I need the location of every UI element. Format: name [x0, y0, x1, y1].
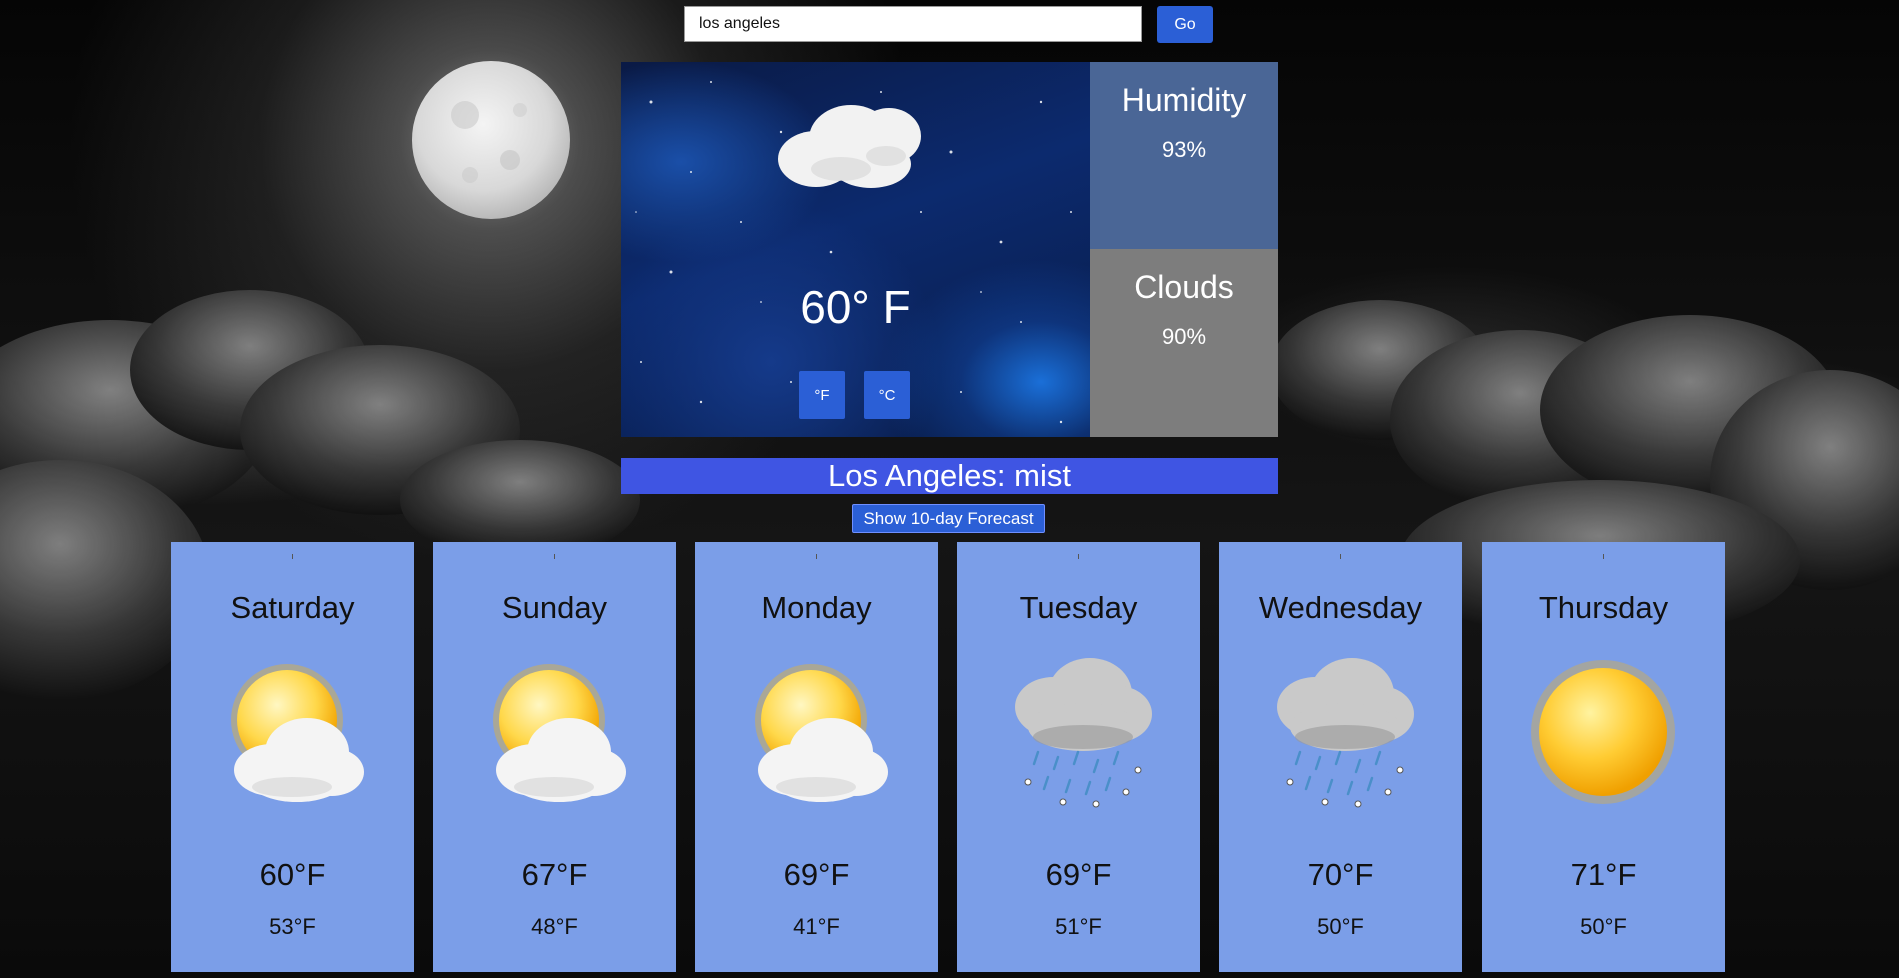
- card-tick: [292, 554, 293, 559]
- forecast-card: Monday 69°F 41°F: [695, 542, 938, 972]
- forecast-high-temp: 71°F: [1570, 857, 1637, 892]
- cloud-icon: [778, 105, 921, 188]
- forecast-low-temp: 53°F: [269, 914, 316, 939]
- forecast-high-temp: 70°F: [1307, 857, 1374, 892]
- forecast-day-name: Monday: [761, 590, 872, 625]
- rain-icon: [1260, 652, 1420, 812]
- partly-cloudy-icon: [736, 652, 896, 812]
- clouds-panel: Clouds 90%: [1090, 249, 1278, 437]
- fahrenheit-button[interactable]: °F: [799, 371, 845, 419]
- forecast-high-temp: 67°F: [521, 857, 588, 892]
- forecast-high-temp: 60°F: [259, 857, 326, 892]
- location-title: Los Angeles: mist: [621, 458, 1278, 494]
- partly-cloudy-icon: [474, 652, 634, 812]
- forecast-high-temp: 69°F: [783, 857, 850, 892]
- humidity-label: Humidity: [1121, 82, 1247, 118]
- card-tick: [1078, 554, 1079, 559]
- card-tick: [554, 554, 555, 559]
- forecast-day-name: Saturday: [230, 590, 355, 625]
- forecast-card: Wednesday 70°F 50°F: [1219, 542, 1462, 972]
- card-tick: [1340, 554, 1341, 559]
- go-button[interactable]: Go: [1157, 6, 1213, 43]
- moon-icon: [412, 61, 570, 219]
- forecast-card: Thursday 71°F 50°F: [1482, 542, 1725, 972]
- forecast-low-temp: 51°F: [1055, 914, 1102, 939]
- forecast-card: Saturday 60°F 53°F: [171, 542, 414, 972]
- forecast-low-temp: 48°F: [531, 914, 578, 939]
- humidity-panel: Humidity 93%: [1090, 62, 1278, 249]
- forecast-card: Tuesday 69°F 51°F: [957, 542, 1200, 972]
- current-weather-panel: 60° F °F °C Humidity 93% Clouds 90%: [621, 62, 1278, 437]
- forecast-low-temp: 41°F: [793, 914, 840, 939]
- rain-icon: [998, 652, 1158, 812]
- forecast-day-name: Wednesday: [1258, 590, 1423, 625]
- clouds-label: Clouds: [1134, 269, 1234, 305]
- forecast-card: Sunday 67°F 48°F: [433, 542, 676, 972]
- forecast-low-temp: 50°F: [1580, 914, 1627, 939]
- card-tick: [816, 554, 817, 559]
- search-input[interactable]: [684, 6, 1142, 42]
- celsius-button[interactable]: °C: [864, 371, 910, 419]
- forecast-day-name: Tuesday: [1019, 590, 1138, 625]
- current-weather-image: 60° F °F °C: [621, 62, 1090, 437]
- forecast-low-temp: 50°F: [1317, 914, 1364, 939]
- forecast-high-temp: 69°F: [1045, 857, 1112, 892]
- card-tick: [1603, 554, 1604, 559]
- forecast-day-name: Sunday: [501, 590, 608, 625]
- current-temperature: 60° F: [800, 281, 911, 333]
- sun-icon: [1523, 652, 1683, 812]
- clouds-value: 90%: [1161, 324, 1207, 349]
- show-10-day-forecast-button[interactable]: Show 10-day Forecast: [852, 504, 1045, 533]
- forecast-day-name: Thursday: [1538, 590, 1669, 625]
- partly-cloudy-icon: [212, 652, 372, 812]
- humidity-value: 93%: [1161, 137, 1207, 162]
